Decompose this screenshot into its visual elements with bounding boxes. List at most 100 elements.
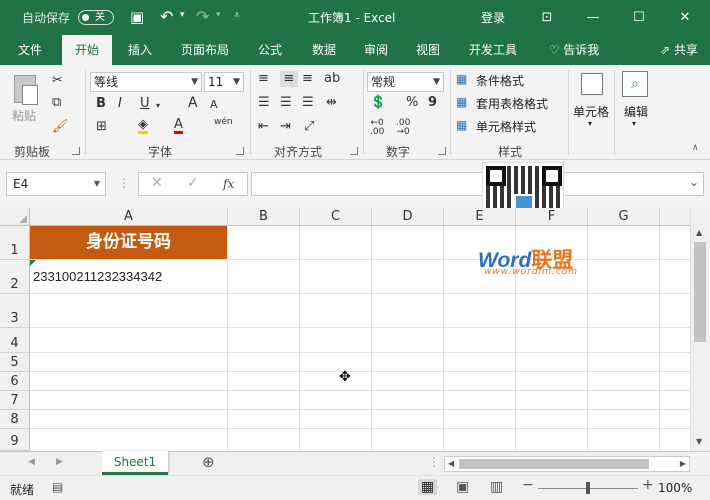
splitter-icon[interactable]: ⋮ [428,455,440,469]
scroll-up-icon[interactable]: ▲ [696,228,702,237]
decrease-indent-icon[interactable]: ⇤ [258,119,269,135]
sheet-tab-sheet1[interactable]: Sheet1 [102,451,168,475]
column-header-a[interactable]: A [30,208,228,226]
orientation-icon[interactable]: ⤢ [304,119,314,135]
zoom-slider-thumb[interactable] [586,482,590,494]
close-icon[interactable]: ✕ [662,0,708,35]
scroll-right-icon[interactable]: ▶ [680,459,686,468]
row-header-1[interactable]: 1 [0,226,30,260]
row-header-2[interactable]: 2 [0,260,30,294]
editing-button[interactable]: ⌕ 编辑 ▾ [618,71,654,141]
row-header-5[interactable]: 5 [0,353,30,372]
cells-button[interactable]: 单元格 ▾ [572,71,612,141]
cut-icon[interactable]: ✂ [52,73,63,89]
column-header-partial[interactable] [660,208,690,226]
underline-dropdown-icon[interactable]: ▾ [156,98,160,114]
undo-icon[interactable]: ↶ [160,7,173,26]
copy-icon[interactable]: ⧉ [52,95,61,111]
tab-formulas[interactable]: 公式 [248,35,292,65]
autosave-toggle[interactable]: 关 [78,10,114,25]
page-layout-view-icon[interactable]: ▣ [456,479,469,495]
align-top-icon[interactable]: ≡ [258,71,269,87]
column-header-g[interactable]: G [588,208,660,226]
prev-sheet-icon[interactable]: ◀ [28,457,35,467]
decrease-decimal-icon[interactable]: .00 →0 [396,119,410,137]
alignment-launcher-icon[interactable] [350,147,358,155]
tab-insert[interactable]: 插入 [118,35,162,65]
ribbon-display-icon[interactable]: ⊡ [524,0,570,35]
currency-icon[interactable]: 💲 [370,95,386,111]
column-header-d[interactable]: D [372,208,444,226]
row-header-3[interactable]: 3 [0,294,30,328]
wrap-text-icon[interactable]: ab [324,71,340,87]
align-center-icon[interactable]: ☰ [280,95,292,111]
clipboard-launcher-icon[interactable] [72,147,80,155]
row-header-8[interactable]: 8 [0,410,30,429]
collapse-ribbon-icon[interactable]: ∧ [692,143,699,153]
worksheet-grid[interactable]: A B C D E F G 1 2 3 4 5 6 7 8 9 身份证号码 23… [0,208,690,451]
font-name-select[interactable]: 等线 ▼ [90,72,202,92]
align-right-icon[interactable]: ☰ [302,95,314,111]
page-break-view-icon[interactable]: ▥ [490,479,503,495]
login-link[interactable]: 登录 [481,9,505,26]
italic-button[interactable]: I [118,96,122,112]
tab-developer[interactable]: 开发工具 [460,35,526,65]
merge-center-icon[interactable]: ⇹ [326,95,337,111]
vertical-scrollbar[interactable]: ▲ ▼ [690,208,710,451]
cancel-icon[interactable]: ✕ [151,175,163,191]
fill-color-icon[interactable]: ◈ [138,118,148,134]
scroll-thumb[interactable] [694,242,706,342]
conditional-format-button[interactable]: ▦ 条件格式 [456,71,566,89]
maximize-icon[interactable]: ☐ [616,0,662,35]
paste-button[interactable] [10,73,42,107]
tab-file[interactable]: 文件 [6,35,54,65]
redo-icon[interactable]: ↷ [196,7,209,26]
add-sheet-icon[interactable]: ⊕ [202,453,215,471]
phonetic-icon[interactable]: wén [214,117,233,127]
formula-input[interactable]: ⌄ [251,172,704,196]
tab-home[interactable]: 开始 [62,35,112,65]
row-header-4[interactable]: 4 [0,328,30,353]
error-indicator-icon[interactable] [30,260,36,266]
row-header-7[interactable]: 7 [0,391,30,410]
font-size-select[interactable]: 11 ▼ [204,72,244,92]
share-button[interactable]: ⇗ 共享 [652,35,706,65]
number-launcher-icon[interactable] [438,147,446,155]
enter-icon[interactable]: ✓ [187,175,199,191]
splitter-icon[interactable]: ⋮ [118,176,130,190]
row-header-9[interactable]: 9 [0,429,30,451]
tell-me-search[interactable]: ♡ 告诉我 [544,35,604,65]
select-all-corner[interactable] [0,208,30,226]
format-as-table-button[interactable]: ▦ 套用表格格式 [456,94,566,112]
minimize-icon[interactable]: — [570,0,616,35]
name-box[interactable]: E4 ▼ [6,172,106,196]
tab-data[interactable]: 数据 [302,35,346,65]
tab-page-layout[interactable]: 页面布局 [172,35,238,65]
border-icon[interactable]: ⊞ [96,119,107,135]
column-header-b[interactable]: B [228,208,300,226]
column-header-e[interactable]: E [444,208,516,226]
insert-function-icon[interactable]: fx [223,177,234,191]
tab-view[interactable]: 视图 [406,35,450,65]
percent-button[interactable]: % [406,95,418,111]
zoom-level[interactable]: 100% [658,481,692,495]
increase-indent-icon[interactable]: ⇥ [280,119,291,135]
font-color-icon[interactable]: A [174,118,183,134]
number-format-select[interactable]: 常规 ▼ [367,72,444,92]
align-middle-icon[interactable]: ≡ [280,71,298,87]
column-header-c[interactable]: C [300,208,372,226]
scroll-down-icon[interactable]: ▼ [696,437,702,446]
font-launcher-icon[interactable] [236,147,244,155]
align-bottom-icon[interactable]: ≡ [302,71,313,87]
scroll-thumb[interactable] [459,459,649,469]
increase-decimal-icon[interactable]: ←0.00 [370,119,384,137]
zoom-out-icon[interactable]: − [522,477,534,493]
underline-button[interactable]: U [140,96,150,112]
zoom-in-icon[interactable]: + [642,477,654,493]
undo-dropdown-icon[interactable]: ▾ [180,10,185,20]
redo-dropdown-icon[interactable]: ▾ [216,10,221,20]
scroll-left-icon[interactable]: ◀ [448,459,454,468]
cell-styles-button[interactable]: ▦ 单元格样式 [456,117,566,135]
format-painter-icon[interactable]: 🖌 [52,119,69,135]
column-header-f[interactable]: F [516,208,588,226]
